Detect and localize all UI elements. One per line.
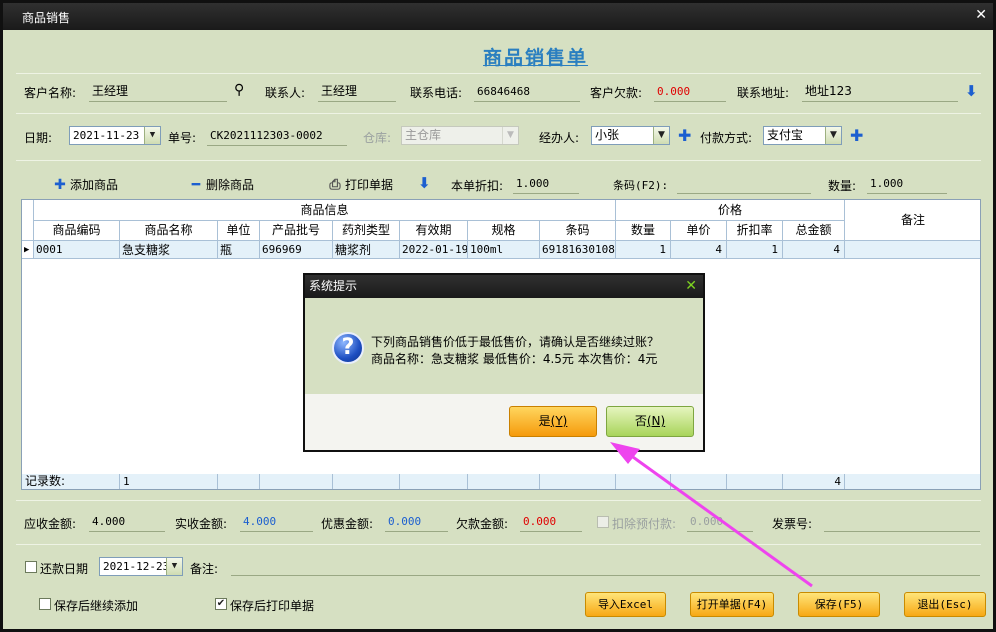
arrow-shaft [625, 450, 813, 588]
arrow-head [610, 442, 640, 464]
annotation-arrow [610, 442, 813, 588]
